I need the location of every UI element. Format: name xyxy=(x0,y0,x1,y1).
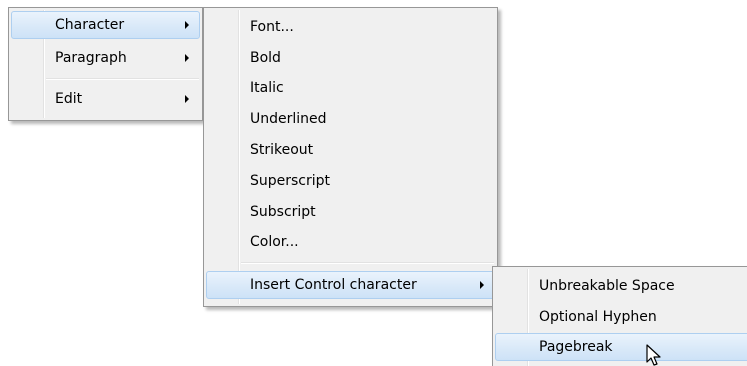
menu-item-superscript[interactable]: Superscript xyxy=(206,167,495,195)
menu-item-bold[interactable]: Bold xyxy=(206,44,495,72)
menu-item-label: Pagebreak xyxy=(539,339,613,355)
menu-item-label: Strikeout xyxy=(250,142,314,158)
context-menu: Character Paragraph Edit xyxy=(8,7,203,121)
menu-separator xyxy=(46,78,199,80)
menu-item-subscript[interactable]: Subscript xyxy=(206,198,495,226)
menu-item-optional-hyphen[interactable]: Optional Hyphen xyxy=(495,303,747,331)
menu-separator xyxy=(241,262,494,264)
menu-item-label: Bold xyxy=(250,50,281,66)
menu-item-font[interactable]: Font... xyxy=(206,13,495,41)
menu-item-label: Optional Hyphen xyxy=(539,309,657,325)
menu-item-paragraph[interactable]: Paragraph xyxy=(11,44,200,72)
menu-item-insert-control-character[interactable]: Insert Control character xyxy=(206,271,495,299)
context-menu-stage: Character Paragraph Edit Font... Bold It… xyxy=(0,0,747,366)
menu-item-label: Underlined xyxy=(250,111,327,127)
menu-item-label: Character xyxy=(55,17,125,33)
chevron-right-icon xyxy=(185,54,189,62)
chevron-right-icon xyxy=(185,95,189,103)
chevron-right-icon xyxy=(185,21,189,29)
mouse-pointer-icon xyxy=(646,344,661,366)
menu-item-italic[interactable]: Italic xyxy=(206,74,495,102)
menu-item-edit[interactable]: Edit xyxy=(11,85,200,113)
character-submenu: Font... Bold Italic Underlined Strikeout… xyxy=(203,7,498,307)
menu-item-label: Edit xyxy=(55,91,83,107)
menu-item-pagebreak[interactable]: Pagebreak xyxy=(495,333,747,361)
menu-item-label: Subscript xyxy=(250,204,316,220)
menu-item-label: Paragraph xyxy=(55,50,127,66)
menu-item-strikeout[interactable]: Strikeout xyxy=(206,136,495,164)
menu-item-unbreakable-space[interactable]: Unbreakable Space xyxy=(495,272,747,300)
menu-item-label: Superscript xyxy=(250,173,331,189)
menu-item-color[interactable]: Color... xyxy=(206,228,495,256)
control-character-submenu: Unbreakable Space Optional Hyphen Pagebr… xyxy=(492,266,747,366)
menu-item-underlined[interactable]: Underlined xyxy=(206,105,495,133)
chevron-right-icon xyxy=(480,281,484,289)
menu-item-label: Italic xyxy=(250,80,284,96)
menu-item-label: Color... xyxy=(250,234,299,250)
menu-item-label: Font... xyxy=(250,19,294,35)
menu-item-label: Unbreakable Space xyxy=(539,278,675,294)
menu-item-character[interactable]: Character xyxy=(11,11,200,39)
menu-item-label: Insert Control character xyxy=(250,277,417,293)
